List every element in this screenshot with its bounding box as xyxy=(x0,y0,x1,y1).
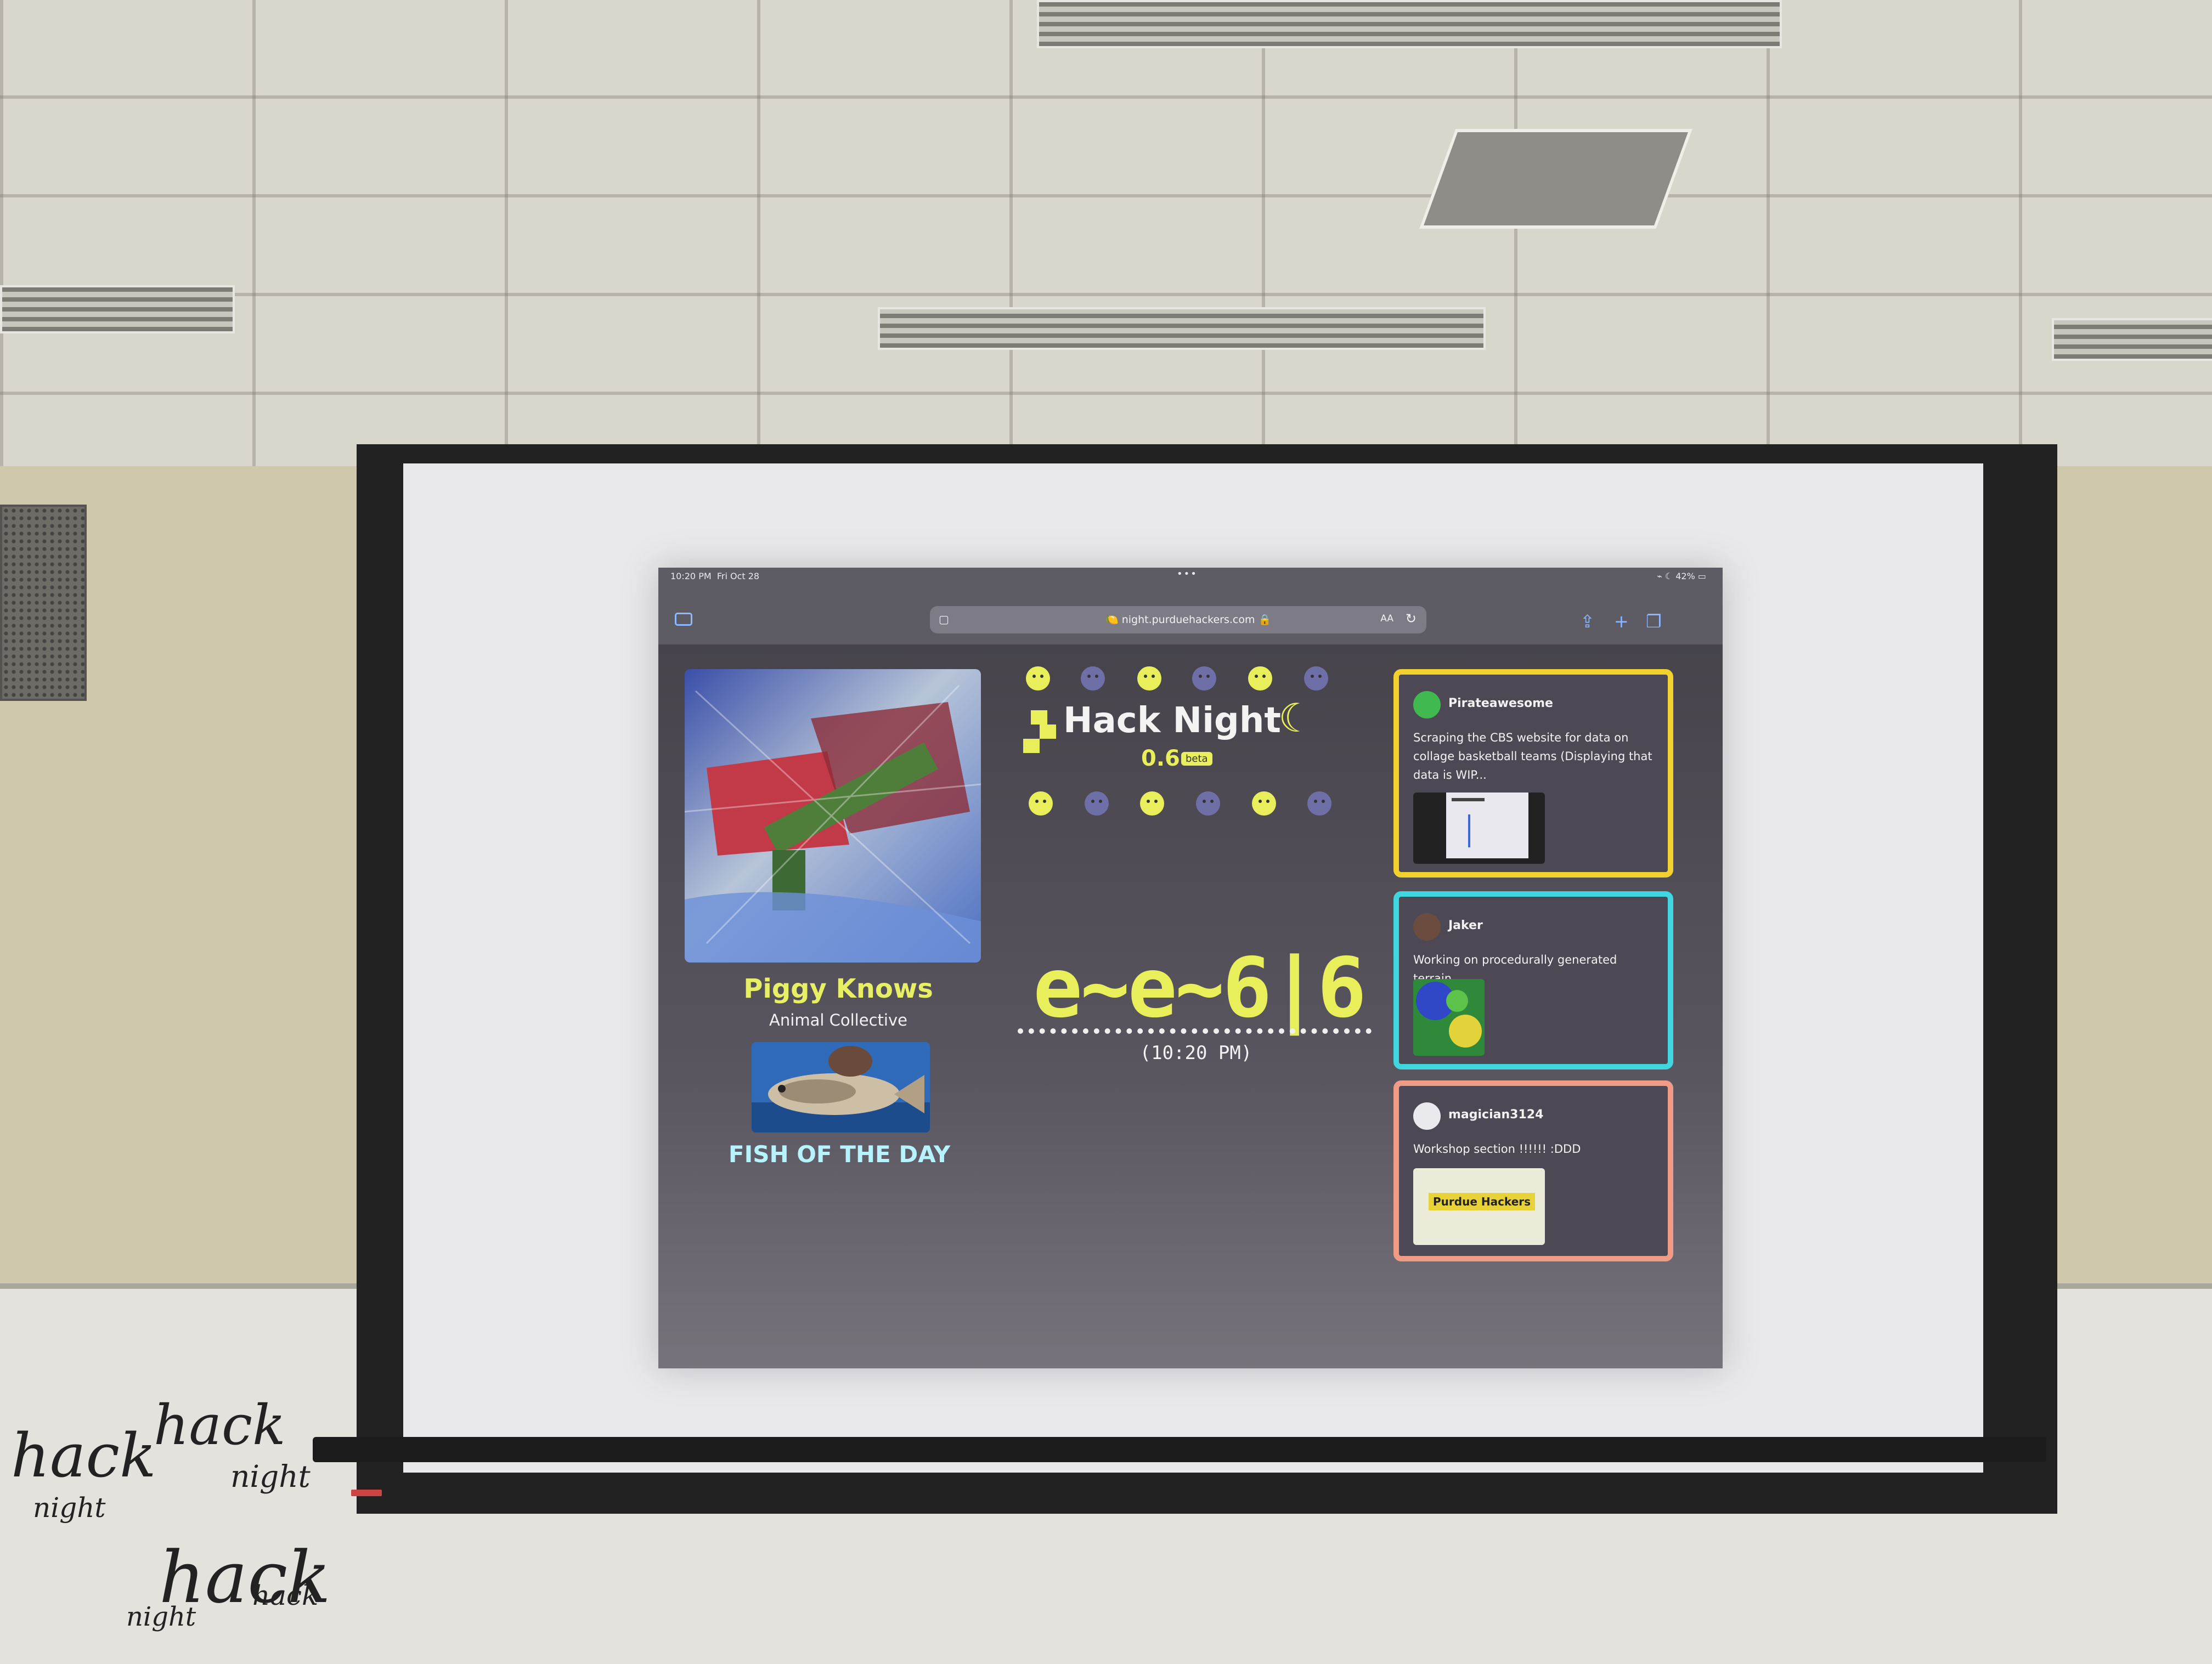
smiley-icon xyxy=(1252,791,1276,816)
hack-night-version: 0.6 xyxy=(1141,746,1180,771)
whiteboard-writing: hack xyxy=(154,1393,286,1457)
fish-of-the-day-image xyxy=(752,1042,930,1133)
whiteboard-writing: hack xyxy=(252,1580,319,1611)
whiteboard-writing: night xyxy=(230,1459,311,1494)
page-content: Piggy Knows Animal Collective FISH OF TH… xyxy=(658,644,1723,1368)
multitask-dots[interactable]: ••• xyxy=(1177,568,1198,580)
sidebar-toggle-icon[interactable] xyxy=(675,613,692,626)
smiley-icon xyxy=(1307,791,1331,816)
moon-icon: ☾ xyxy=(1278,695,1314,741)
countdown-display: e~e~6|6 xyxy=(1032,941,1367,1036)
smiley-icon xyxy=(1081,666,1105,690)
fish-of-the-day-label: FISH OF THE DAY xyxy=(728,1141,951,1168)
whiteboard-writing: night xyxy=(33,1492,106,1524)
smiley-icon xyxy=(1192,666,1216,690)
address-url: 🍋 night.purduehackers.com 🔒 xyxy=(1105,614,1272,626)
user-avatar xyxy=(1413,1102,1441,1130)
countdown-underline xyxy=(1018,1028,1372,1034)
ship-screenshot xyxy=(1413,793,1545,864)
projector-logo xyxy=(351,1490,382,1496)
purdue-hackers-sign: Purdue Hackers xyxy=(1429,1193,1536,1210)
smiley-icon xyxy=(1026,666,1050,690)
discord-avatar-icon xyxy=(1413,691,1441,718)
smiley-icon xyxy=(1029,791,1053,816)
ship-message: Workshop section !!!!!! :DDD xyxy=(1413,1142,1581,1156)
smiley-icon xyxy=(1304,666,1328,690)
hack-night-title: Hack Night xyxy=(1063,700,1281,741)
new-tab-icon[interactable]: + xyxy=(1614,613,1629,630)
page-menu-icon[interactable]: ▢ xyxy=(939,613,949,626)
text-size-button[interactable]: AA xyxy=(1380,613,1393,624)
status-time: 10:20 PM Fri Oct 28 xyxy=(670,571,760,581)
album-art xyxy=(685,669,981,963)
ceiling-vent xyxy=(2052,318,2212,361)
smiley-icon xyxy=(1085,791,1109,816)
song-title: Piggy Knows xyxy=(743,974,933,1004)
smiley-icon xyxy=(1137,666,1161,690)
address-bar[interactable]: ▢ 🍋 night.purduehackers.com 🔒 AA ↻ xyxy=(930,606,1426,633)
smiley-icon xyxy=(1248,666,1272,690)
user-avatar xyxy=(1413,913,1441,941)
smiley-icon xyxy=(1140,791,1164,816)
share-icon[interactable]: ⇪ xyxy=(1580,613,1595,630)
tabs-overview-icon[interactable]: ❐ xyxy=(1646,613,1662,630)
ship-card[interactable]: Jaker Working on procedurally generated … xyxy=(1393,891,1673,1069)
projector-screen-bar xyxy=(313,1437,2046,1462)
whiteboard-writing: hack xyxy=(11,1420,156,1491)
hack-night-logo-icon xyxy=(1023,710,1056,753)
ship-screenshot xyxy=(1413,979,1485,1056)
whiteboard-writing: night xyxy=(126,1601,196,1632)
ceiling xyxy=(0,0,2212,466)
ceiling-vent xyxy=(878,307,1486,350)
current-time: (10:20 PM) xyxy=(1139,1042,1252,1064)
reload-icon[interactable]: ↻ xyxy=(1406,611,1417,626)
ipad-status-bar: 10:20 PM Fri Oct 28 ••• ⌁ ☾ 42% ▭ xyxy=(658,568,1723,584)
browser-toolbar: ▢ 🍋 night.purduehackers.com 🔒 AA ↻ ⇪ + ❐ xyxy=(658,584,1723,644)
status-battery: ⌁ ☾ 42% ▭ xyxy=(1657,571,1706,581)
ship-card[interactable]: magician3124 Workshop section !!!!!! :DD… xyxy=(1393,1080,1673,1261)
beta-badge: beta xyxy=(1181,752,1212,766)
ceiling-vent xyxy=(0,285,235,333)
ship-card[interactable]: Pirateawesome Scraping the CBS website f… xyxy=(1393,669,1673,878)
ship-author: Pirateawesome xyxy=(1448,697,1553,710)
song-artist: Animal Collective xyxy=(769,1011,907,1029)
ceiling-light xyxy=(1419,129,1693,229)
ship-screenshot: Purdue Hackers xyxy=(1413,1168,1545,1245)
projected-browser: 10:20 PM Fri Oct 28 ••• ⌁ ☾ 42% ▭ ▢ 🍋 ni… xyxy=(658,568,1723,1368)
ceiling-vent xyxy=(1037,0,1782,48)
ship-author: magician3124 xyxy=(1448,1108,1544,1122)
wall-speaker xyxy=(0,505,87,701)
smiley-icon xyxy=(1196,791,1220,816)
ship-author: Jaker xyxy=(1448,919,1483,932)
ship-message: Scraping the CBS website for data on col… xyxy=(1413,731,1652,782)
